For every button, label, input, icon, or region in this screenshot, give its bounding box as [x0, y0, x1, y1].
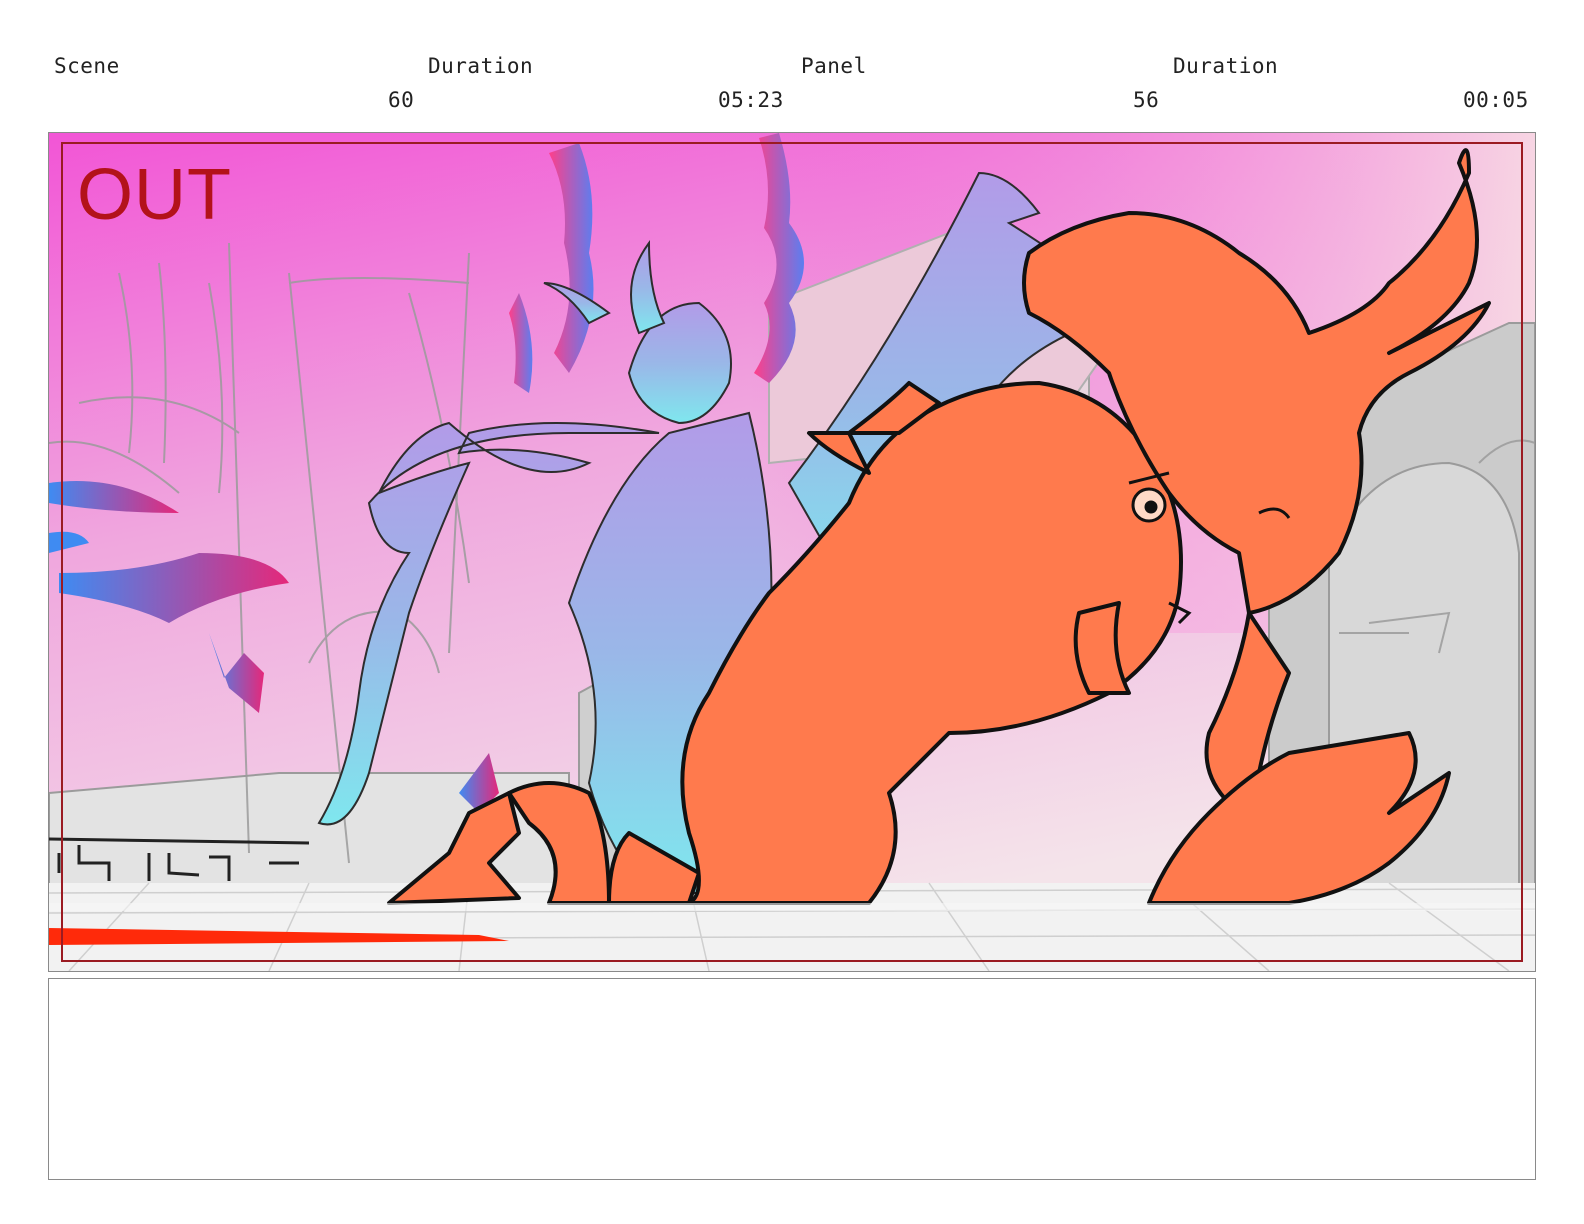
out-marker: OUT: [77, 155, 232, 235]
panel-artwork: [49, 133, 1535, 971]
panel-notes-box[interactable]: [48, 978, 1536, 1180]
scene-duration: 05:23: [718, 88, 784, 112]
storyboard-frame[interactable]: OUT: [48, 132, 1536, 972]
scene-number: 60: [388, 88, 415, 112]
panel-duration: 00:05: [1463, 88, 1529, 112]
scene-label: Scene: [54, 54, 120, 78]
panel-duration-label: Duration: [1173, 54, 1279, 78]
scene-duration-label: Duration: [428, 54, 534, 78]
panel-label: Panel: [801, 54, 867, 78]
panel-number: 56: [1133, 88, 1160, 112]
